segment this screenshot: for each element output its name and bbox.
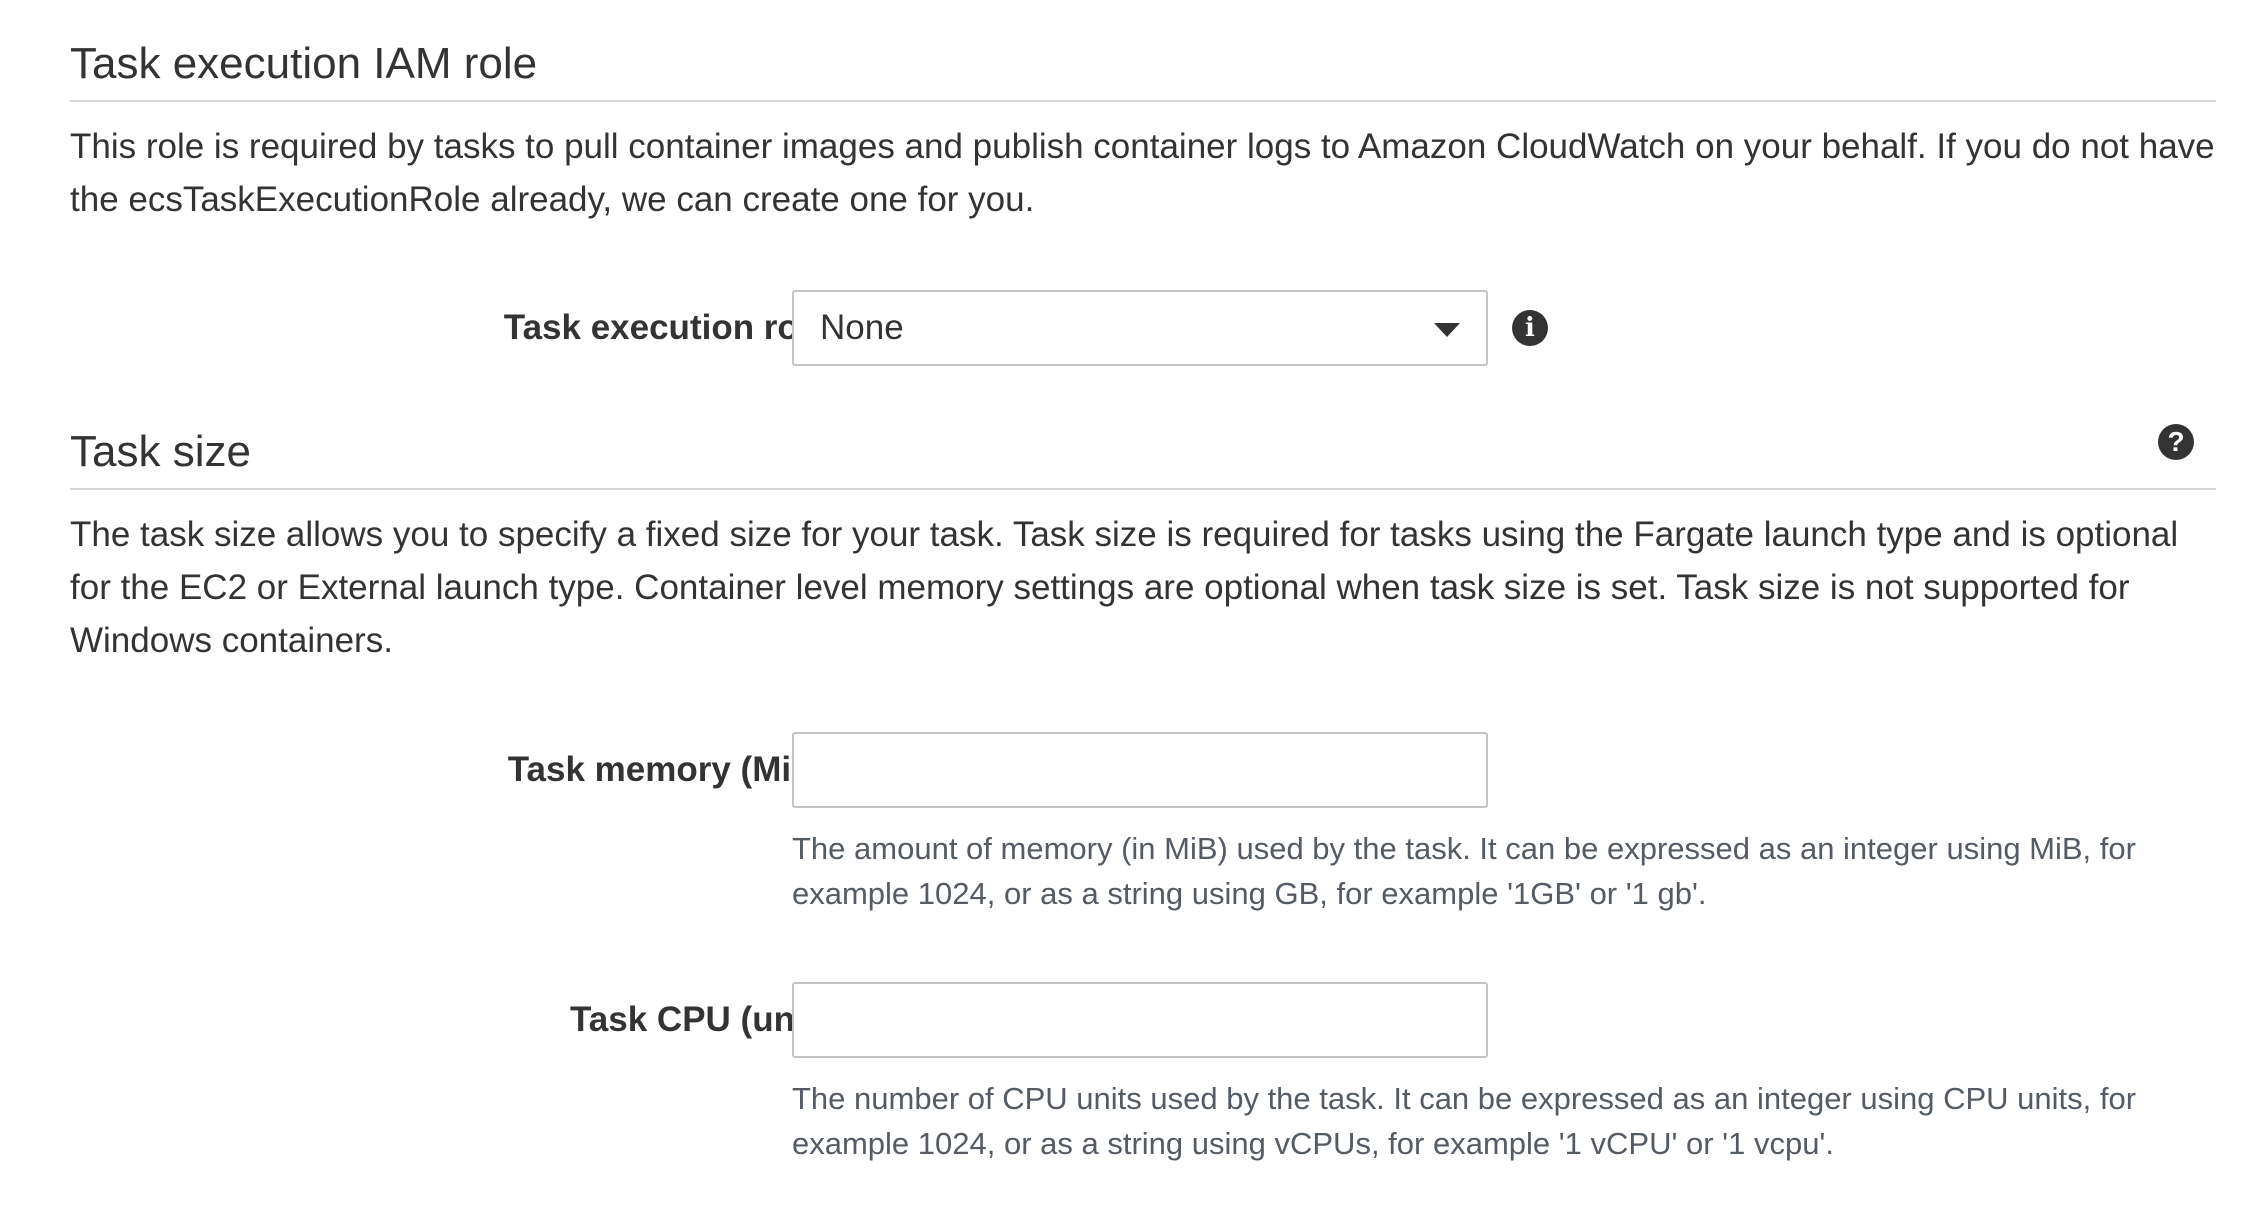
iam-role-section-header: Task execution IAM role	[70, 0, 2216, 102]
task-memory-hint: The amount of memory (in MiB) used by th…	[792, 831, 2136, 911]
iam-role-section-title: Task execution IAM role	[70, 38, 538, 88]
task-size-section-header: Task size ?	[70, 388, 2216, 490]
task-execution-role-label: Task execution role	[503, 308, 828, 347]
task-execution-role-select[interactable]: None	[792, 290, 1488, 366]
task-size-section-title: Task size	[70, 426, 251, 476]
task-cpu-input[interactable]	[792, 982, 1488, 1058]
chevron-down-icon	[1434, 323, 1460, 337]
task-size-section-description: The task size allows you to specify a fi…	[70, 515, 2179, 660]
task-memory-label: Task memory (MiB)	[507, 750, 828, 789]
task-memory-input[interactable]	[792, 732, 1488, 808]
question-circle-icon[interactable]: ?	[2158, 424, 2194, 460]
task-cpu-label: Task CPU (unit)	[570, 1000, 828, 1039]
task-execution-role-selected-value: None	[820, 308, 904, 347]
task-cpu-hint: The number of CPU units used by the task…	[792, 1081, 2137, 1161]
info-icon[interactable]: i	[1512, 310, 1548, 346]
iam-role-section: Task execution IAM role This role is req…	[70, 0, 2216, 366]
iam-role-section-description: This role is required by tasks to pull c…	[70, 127, 2215, 219]
task-size-section: Task size ? The task size allows you to …	[70, 388, 2216, 1161]
